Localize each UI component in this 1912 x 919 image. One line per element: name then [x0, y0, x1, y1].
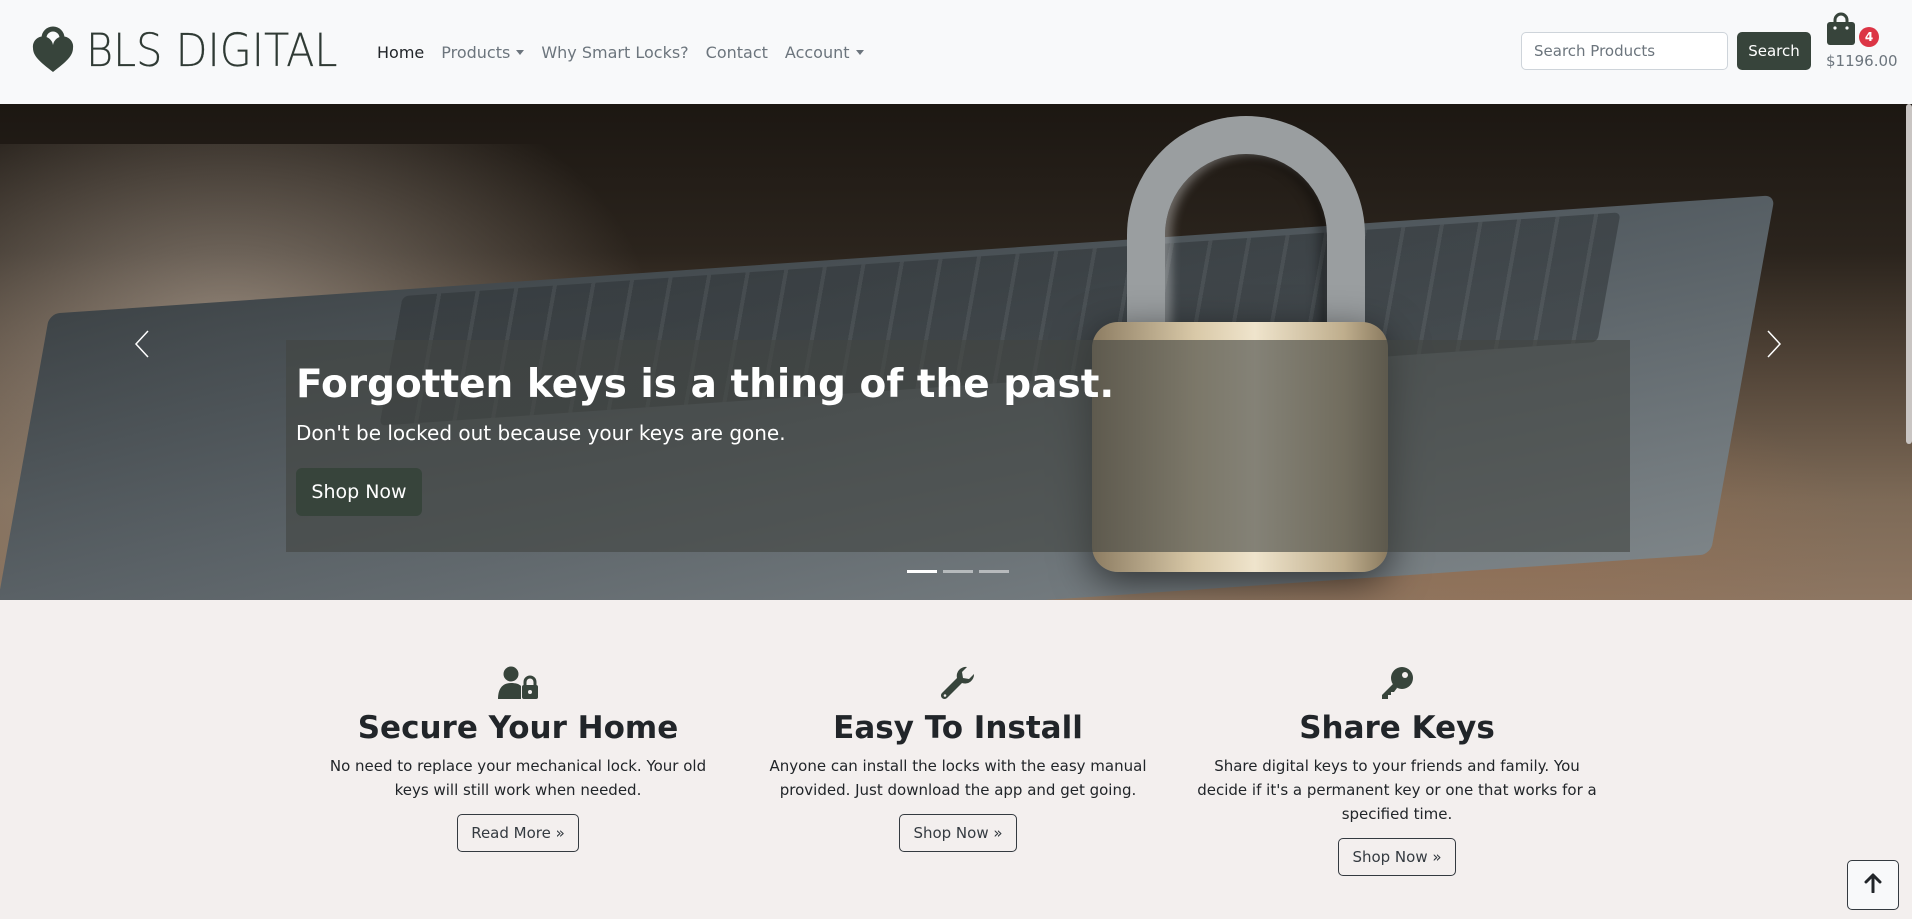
hero-carousel: Forgotten keys is a thing of the past. D…: [0, 104, 1912, 600]
chevron-left-icon: [134, 329, 150, 363]
nav-account-label: Account: [784, 42, 850, 62]
nav-home[interactable]: Home: [377, 43, 424, 62]
nav-contact[interactable]: Contact: [706, 43, 768, 62]
search-input[interactable]: [1521, 32, 1728, 70]
nav-products-dropdown[interactable]: Products: [441, 42, 525, 62]
brand-link[interactable]: BLS DIGITAL: [32, 22, 359, 78]
cart-link[interactable]: 4 $1196.00: [1820, 12, 1898, 72]
carousel-indicator-3[interactable]: [979, 570, 1009, 573]
brand-name: BLS DIGITAL: [86, 23, 338, 77]
shop-now-button[interactable]: Shop Now »: [899, 814, 1017, 852]
feature-secure-home: Secure Your Home No need to replace your…: [318, 660, 718, 852]
main-nav: Home Products Why Smart Locks? Contact A…: [377, 40, 864, 64]
hero-shop-now-button[interactable]: Shop Now: [296, 468, 422, 516]
shop-now-button[interactable]: Shop Now »: [1338, 838, 1456, 876]
carousel-next-button[interactable]: [1754, 326, 1794, 366]
carousel-indicator-1[interactable]: [907, 570, 937, 573]
chevron-down-icon: [516, 49, 525, 55]
cart-total: $1196.00: [1826, 52, 1898, 70]
carousel-indicator-2[interactable]: [943, 570, 973, 573]
hero-caption: Forgotten keys is a thing of the past. D…: [286, 340, 1630, 552]
search-button[interactable]: Search: [1737, 32, 1811, 70]
hero-title: Forgotten keys is a thing of the past.: [296, 362, 1115, 407]
hero-subtitle: Don't be locked out because your keys ar…: [296, 421, 786, 445]
feature-title: Easy To Install: [833, 710, 1083, 746]
search-form: Search: [1521, 32, 1811, 70]
scroll-to-top-button[interactable]: [1847, 860, 1899, 910]
feature-text: No need to replace your mechanical lock.…: [329, 757, 707, 799]
feature-text: Anyone can install the locks with the ea…: [769, 757, 1147, 799]
feature-title: Secure Your Home: [357, 710, 679, 746]
read-more-button[interactable]: Read More »: [457, 814, 579, 852]
feature-title: Share Keys: [1299, 710, 1495, 746]
nav-why-smart-locks[interactable]: Why Smart Locks?: [541, 43, 688, 62]
user-lock-icon: [318, 660, 718, 700]
page-scrollbar[interactable]: [1906, 104, 1912, 444]
feature-easy-install: Easy To Install Anyone can install the l…: [765, 660, 1151, 852]
chevron-down-icon: [855, 49, 864, 55]
feature-share-keys: Share Keys Share digital keys to your fr…: [1197, 660, 1597, 876]
heart-lock-icon: [32, 26, 74, 74]
arrow-up-icon: [1864, 873, 1882, 897]
chevron-right-icon: [1766, 329, 1782, 363]
key-icon: [1197, 660, 1597, 700]
wrench-icon: [765, 660, 1151, 700]
navbar: BLS DIGITAL Home Products Why Smart Lock…: [0, 0, 1912, 104]
nav-account-dropdown[interactable]: Account: [785, 43, 864, 62]
carousel-prev-button[interactable]: [122, 326, 162, 366]
carousel-indicators: [907, 570, 1009, 573]
nav-products-label: Products: [441, 42, 511, 62]
feature-text: Share digital keys to your friends and f…: [1197, 757, 1597, 823]
shopping-bag-icon: [1826, 12, 1856, 50]
cart-count-badge: 4: [1859, 27, 1879, 47]
